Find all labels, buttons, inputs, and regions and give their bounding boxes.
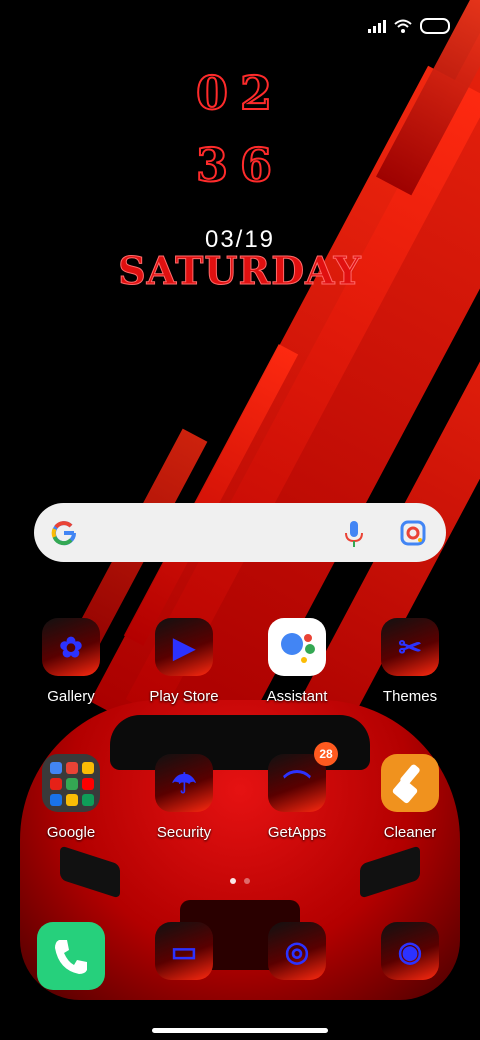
app-security[interactable]: ☂ Security (129, 754, 239, 841)
app-play-store[interactable]: ▶ Play Store (129, 618, 239, 705)
play-store-icon: ▶ (173, 631, 195, 663)
app-phone[interactable] (16, 922, 126, 990)
dock: ▭ ◎ ◉ (0, 922, 480, 992)
app-label: Themes (382, 688, 438, 705)
clock-hour[interactable]: 02 (0, 65, 480, 121)
status-bar (368, 18, 450, 34)
google-folder-icon (42, 754, 100, 812)
page-dot-active (230, 878, 236, 884)
app-assistant[interactable]: Assistant (242, 618, 352, 705)
app-getapps[interactable]: 28 ⌒ GetApps (242, 742, 352, 841)
battery-icon (420, 18, 450, 34)
notification-badge: 28 (314, 742, 338, 766)
gallery-icon: ✿ (59, 631, 83, 663)
app-row: Google ☂ Security 28 ⌒ GetApps Cleaner (0, 742, 480, 874)
assistant-icon (281, 633, 315, 663)
google-lens-icon[interactable] (400, 520, 426, 546)
app-messages[interactable]: ▭ (129, 922, 239, 980)
app-themes[interactable]: ✂ Themes (355, 618, 465, 705)
page-dot (244, 878, 250, 884)
app-label: Play Store (149, 688, 219, 705)
clock-minute[interactable]: 36 (0, 137, 480, 193)
phone-icon (55, 940, 87, 974)
app-gallery[interactable]: ✿ Gallery (16, 618, 126, 705)
microphone-icon[interactable] (342, 519, 366, 549)
app-label: GetApps (267, 824, 327, 841)
google-search-bar[interactable] (34, 503, 446, 562)
wifi-icon (394, 19, 412, 33)
page-indicator (0, 878, 480, 884)
app-label: Gallery (47, 688, 95, 705)
app-label: Google (46, 824, 96, 841)
browser-icon: ◎ (284, 935, 310, 967)
gesture-bar[interactable] (152, 1028, 328, 1033)
camera-icon: ◉ (397, 935, 423, 967)
google-g-icon (51, 520, 77, 545)
app-camera[interactable]: ◉ (355, 922, 465, 980)
app-label: Assistant (266, 688, 328, 705)
messages-icon: ▭ (170, 935, 198, 967)
signal-icon (368, 19, 386, 33)
app-label: Cleaner (383, 824, 437, 841)
cleaner-icon (392, 764, 420, 804)
app-cleaner[interactable]: Cleaner (355, 754, 465, 841)
app-row: ✿ Gallery ▶ Play Store Assistant ✂ Theme… (0, 618, 480, 738)
clock-day: SATURDAY (118, 248, 362, 294)
app-label: Security (156, 824, 212, 841)
app-browser[interactable]: ◎ (242, 922, 352, 980)
themes-icon: ✂ (398, 631, 422, 663)
folder-google[interactable]: Google (16, 754, 126, 841)
security-icon: ☂ (171, 767, 197, 799)
